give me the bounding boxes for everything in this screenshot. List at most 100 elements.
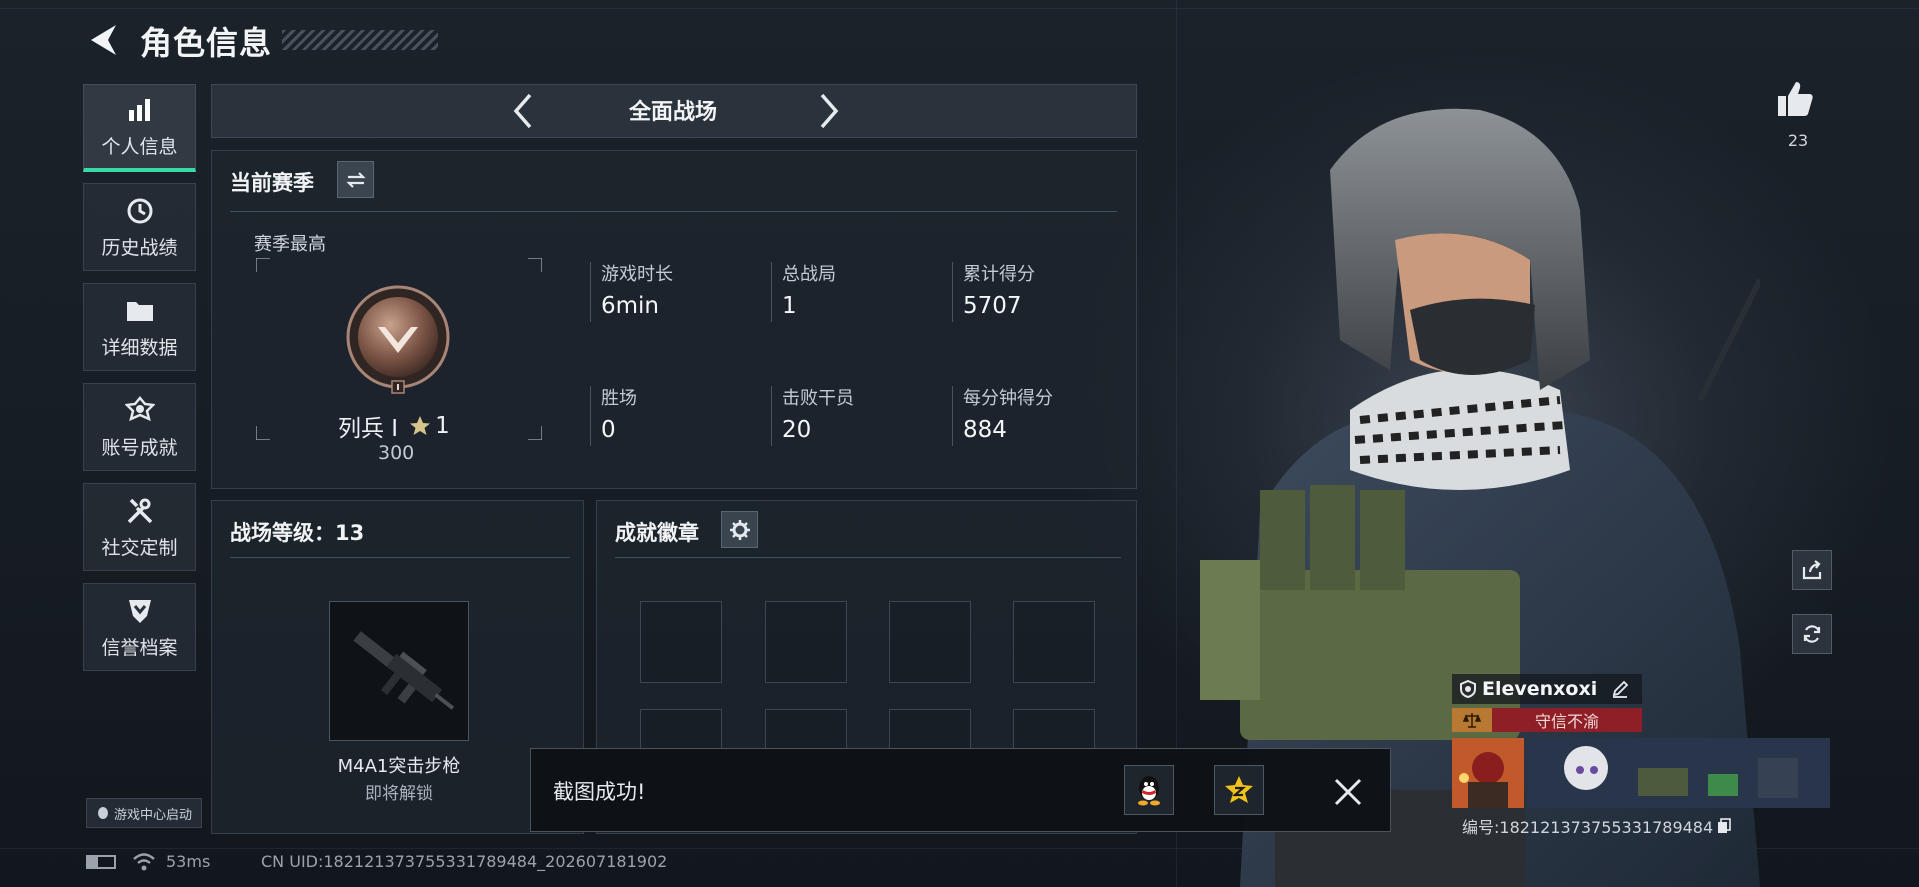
ping-value: 53ms (166, 852, 211, 871)
sidebar-item-label: 详细数据 (101, 336, 178, 359)
shield-badge-icon (1460, 680, 1476, 698)
season-panel-title: 当前赛季 (230, 171, 314, 195)
profile-banner (1528, 738, 1830, 808)
weapon-card[interactable] (329, 601, 469, 741)
mode-prev-button[interactable] (508, 89, 538, 133)
clock-history-icon (124, 195, 156, 227)
stat-label-playtime: 游戏时长 (601, 264, 673, 285)
folder-icon (124, 295, 156, 327)
chevron-left-icon (513, 93, 532, 129)
mode-next-button[interactable] (814, 89, 844, 133)
uid-text: CN UID:182121373755331789484_20260718190… (261, 852, 668, 871)
stat-value-score-per-minute: 884 (963, 417, 1007, 443)
qzone-star-icon (1225, 776, 1253, 803)
sidebar-item-reputation[interactable]: 信誉档案 (83, 583, 196, 671)
season-switch-button[interactable] (337, 161, 374, 198)
rank-star-count: 1 (435, 413, 450, 439)
stat-value-total-matches: 1 (782, 293, 797, 319)
player-name: Elevenxoxi (1482, 678, 1598, 700)
share-qzone-button[interactable] (1214, 765, 1264, 815)
battle-level-value: 13 (335, 521, 365, 545)
gear-icon (729, 519, 750, 540)
badge-slot[interactable] (889, 601, 971, 683)
sidebar-item-label: 信誉档案 (101, 636, 178, 659)
battle-level-label: 战场等级： (230, 521, 335, 545)
reputation-label: 守信不渝 (1534, 712, 1599, 731)
achievements-title: 成就徽章 (615, 521, 699, 545)
avatar[interactable] (1452, 738, 1524, 808)
badge-slot[interactable] (1013, 709, 1095, 749)
badge-slot[interactable] (889, 709, 971, 749)
medal-icon (124, 395, 156, 427)
player-id: 编号:182121373755331789484 (1462, 818, 1714, 837)
back-button[interactable] (86, 22, 120, 58)
toast-close-button[interactable] (1328, 772, 1368, 812)
badge-slot[interactable] (1013, 601, 1095, 683)
refresh-icon (1803, 625, 1821, 643)
like-button[interactable] (1774, 78, 1824, 124)
stat-label-wins: 胜场 (601, 388, 637, 409)
avatar-image (1452, 738, 1524, 808)
qq-penguin-icon (1138, 776, 1160, 806)
stat-divider (771, 386, 772, 446)
stat-value-playtime: 6min (601, 293, 660, 319)
stat-label-total-matches: 总战局 (782, 264, 836, 285)
rifle-icon (353, 631, 455, 710)
rank-points: 300 (378, 442, 415, 464)
stat-label-score-per-minute: 每分钟得分 (963, 388, 1053, 409)
share-qq-button[interactable] (1124, 765, 1174, 815)
rank-emblem-icon (345, 285, 451, 395)
rank-line: 列兵 I 1 (338, 409, 450, 443)
sidebar-item-history[interactable]: 历史战绩 (83, 183, 196, 271)
sidebar-item-social[interactable]: 社交定制 (83, 483, 196, 571)
season-best-label: 赛季最高 (254, 234, 326, 255)
badge-slot[interactable] (765, 601, 847, 683)
title-decoration (282, 30, 438, 50)
refresh-button[interactable] (1792, 614, 1832, 654)
copy-icon[interactable] (1717, 818, 1731, 834)
mode-title: 全面战场 (628, 100, 717, 125)
edit-pencil-icon[interactable] (1611, 680, 1629, 698)
bar-chart-icon (124, 94, 156, 126)
back-arrow-icon (91, 25, 116, 55)
panel-divider (615, 557, 1121, 558)
stat-value-total-score: 5707 (963, 293, 1022, 319)
stat-value-wins: 0 (601, 417, 616, 443)
weapon-name: M4A1突击步枪 (337, 756, 461, 777)
sidebar-item-achievements[interactable]: 账号成就 (83, 383, 196, 471)
profile-banner-image (1528, 738, 1830, 808)
penguin-icon (97, 807, 108, 819)
badge-slot[interactable] (765, 709, 847, 749)
like-count: 23 (1787, 131, 1809, 150)
sidebar-item-label: 账号成就 (101, 436, 178, 459)
wifi-icon (132, 852, 156, 876)
sidebar-item-detailed-data[interactable]: 详细数据 (83, 283, 196, 371)
chevron-right-icon (820, 93, 839, 129)
reputation-scale-icon (1452, 708, 1492, 732)
sidebar-item-personal-info[interactable]: 个人信息 (83, 84, 196, 172)
player-id-row: 编号:182121373755331789484 (1462, 814, 1731, 838)
panel-divider (230, 557, 570, 558)
player-name-row: Elevenxoxi (1452, 674, 1642, 704)
achievements-settings-button[interactable] (721, 511, 758, 548)
sidebar-item-label: 历史战绩 (101, 236, 178, 259)
weapon-status: 即将解锁 (365, 784, 433, 804)
stat-divider (952, 386, 953, 446)
boot-tag-label: 游戏中心启动 (113, 807, 192, 823)
stat-label-total-score: 累计得分 (963, 264, 1035, 285)
share-button[interactable] (1792, 550, 1832, 590)
toast-message: 截图成功! (553, 780, 646, 804)
stat-label-kills: 击败干员 (782, 388, 854, 409)
battle-level-title: 战场等级：13 (230, 517, 364, 547)
page-title: 角色信息 (140, 24, 273, 62)
sidebar-item-label: 社交定制 (101, 536, 178, 559)
stat-divider (590, 386, 591, 446)
battery-icon (86, 855, 116, 869)
game-center-launch-tag[interactable]: 游戏中心启动 (86, 798, 202, 828)
share-export-icon (1802, 560, 1822, 580)
stat-divider (952, 262, 953, 322)
badge-slot[interactable] (640, 601, 722, 683)
badge-slot[interactable] (640, 709, 722, 749)
swap-icon (345, 171, 366, 188)
rank-stars: 1 (408, 413, 450, 439)
